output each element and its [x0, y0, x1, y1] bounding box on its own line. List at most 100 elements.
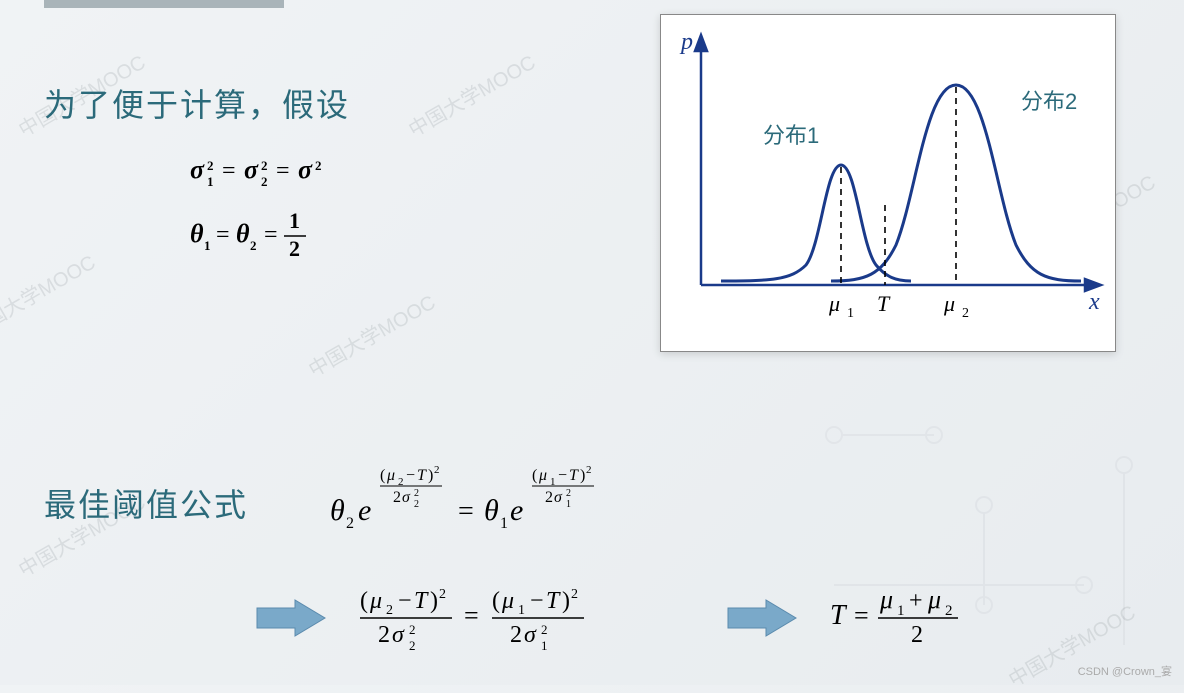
svg-text:2: 2: [386, 603, 393, 618]
svg-text:2: 2: [315, 158, 322, 173]
distribution-chart: p x μ 1 T μ 2 分布1 分布2: [660, 14, 1116, 352]
watermark: 中国大学MOOC: [302, 286, 440, 382]
svg-text:): ): [580, 467, 585, 484]
svg-text:(: (: [492, 588, 500, 614]
svg-text:T: T: [417, 467, 427, 484]
svg-text:1: 1: [847, 306, 854, 321]
svg-text:2: 2: [962, 306, 969, 321]
svg-text:1: 1: [541, 638, 548, 653]
assumption-heading: 为了便于计算，假设: [44, 80, 350, 126]
svg-text:μ: μ: [501, 588, 514, 614]
svg-text:2: 2: [250, 238, 257, 253]
svg-text:2: 2: [541, 622, 548, 637]
svg-text:2: 2: [346, 515, 354, 532]
svg-text:θ: θ: [190, 219, 204, 248]
svg-text:2: 2: [439, 587, 446, 602]
formula-heading: 最佳阈值公式: [44, 480, 248, 526]
svg-text:2: 2: [207, 158, 214, 173]
svg-text:1: 1: [518, 603, 525, 618]
svg-text:2: 2: [566, 488, 571, 499]
svg-text:e: e: [510, 494, 523, 527]
svg-text:μ: μ: [927, 585, 941, 614]
svg-text:(: (: [532, 467, 537, 484]
svg-text:1: 1: [204, 238, 211, 253]
equation-step: ( μ 2 − T ) 2 2 σ 2 2 = ( μ 1 − T ) 2 2 …: [360, 580, 700, 660]
T-label: T: [877, 291, 891, 316]
svg-text:): ): [430, 588, 438, 614]
svg-text:=: =: [216, 222, 230, 248]
x-axis-label: x: [1088, 289, 1100, 315]
svg-text:2: 2: [945, 603, 953, 619]
svg-text:θ: θ: [484, 494, 499, 527]
svg-text:σ: σ: [554, 489, 563, 506]
svg-text:=: =: [222, 158, 236, 184]
y-axis-label: p: [679, 29, 693, 55]
svg-text:1: 1: [897, 603, 905, 619]
svg-text:1: 1: [207, 174, 214, 189]
watermark: 中国大学MOOC: [0, 246, 100, 342]
svg-text:2: 2: [409, 638, 416, 653]
mu2-label: μ: [943, 291, 955, 316]
svg-text:=: =: [464, 601, 479, 630]
svg-text:2: 2: [586, 464, 592, 476]
svg-text:(: (: [380, 467, 385, 484]
equation-main: θ 2 e ( μ 2 − T ) 2 2 σ 2 2 = θ 1 e ( μ …: [330, 460, 690, 550]
svg-text:2: 2: [261, 174, 268, 189]
svg-text:2: 2: [289, 236, 300, 261]
svg-text:2: 2: [545, 489, 553, 506]
svg-text:−: −: [398, 588, 412, 614]
svg-text:): ): [562, 588, 570, 614]
svg-text:=: =: [276, 158, 290, 184]
svg-text:σ: σ: [190, 155, 205, 184]
svg-text:μ: μ: [369, 588, 382, 614]
svg-text:−: −: [558, 467, 567, 484]
svg-text:=: =: [854, 601, 869, 630]
svg-text:+: +: [909, 588, 923, 614]
svg-text:−: −: [406, 467, 415, 484]
svg-text:T: T: [546, 588, 561, 614]
svg-text:σ: σ: [298, 155, 313, 184]
svg-text:2: 2: [409, 622, 416, 637]
svg-text:σ: σ: [244, 155, 259, 184]
equation-sigma: σ 2 1 = σ 2 2 = σ 2: [190, 150, 390, 190]
svg-text:): ): [428, 467, 433, 484]
footer-watermark: CSDN @Crown_宴: [1078, 663, 1172, 679]
svg-text:e: e: [358, 494, 371, 527]
svg-text:μ: μ: [879, 585, 893, 614]
svg-text:σ: σ: [402, 489, 411, 506]
svg-text:=: =: [458, 496, 474, 527]
watermark: 中国大学MOOC: [402, 46, 540, 142]
svg-text:2: 2: [911, 622, 923, 648]
svg-text:2: 2: [393, 489, 401, 506]
svg-text:1: 1: [566, 499, 571, 510]
svg-text:2: 2: [414, 499, 419, 510]
svg-text:2: 2: [510, 622, 522, 648]
svg-text:2: 2: [414, 488, 419, 499]
equation-theta: θ 1 = θ 2 = 1 2: [190, 208, 390, 264]
svg-text:2: 2: [434, 464, 440, 476]
svg-text:2: 2: [261, 158, 268, 173]
arrow-icon: [255, 598, 329, 638]
equation-result: T = μ 1 + μ 2 2: [830, 580, 1050, 660]
top-accent-bar: [44, 0, 284, 8]
mu1-label: μ: [828, 291, 840, 316]
svg-text:μ: μ: [538, 467, 547, 484]
svg-text:σ: σ: [392, 622, 405, 648]
svg-text:(: (: [360, 588, 368, 614]
svg-text:2: 2: [571, 587, 578, 602]
svg-text:σ: σ: [524, 622, 537, 648]
svg-text:1: 1: [289, 208, 300, 233]
svg-text:−: −: [530, 588, 544, 614]
svg-text:T: T: [414, 588, 429, 614]
svg-text:θ: θ: [236, 219, 250, 248]
svg-text:=: =: [264, 222, 278, 248]
dist2-label: 分布2: [1021, 89, 1077, 114]
arrow-icon: [726, 598, 800, 638]
svg-text:μ: μ: [386, 467, 395, 484]
svg-text:θ: θ: [330, 494, 345, 527]
svg-text:2: 2: [378, 622, 390, 648]
svg-text:T: T: [569, 467, 579, 484]
svg-text:T: T: [830, 600, 848, 631]
dist1-label: 分布1: [763, 123, 819, 148]
svg-text:1: 1: [500, 515, 508, 532]
